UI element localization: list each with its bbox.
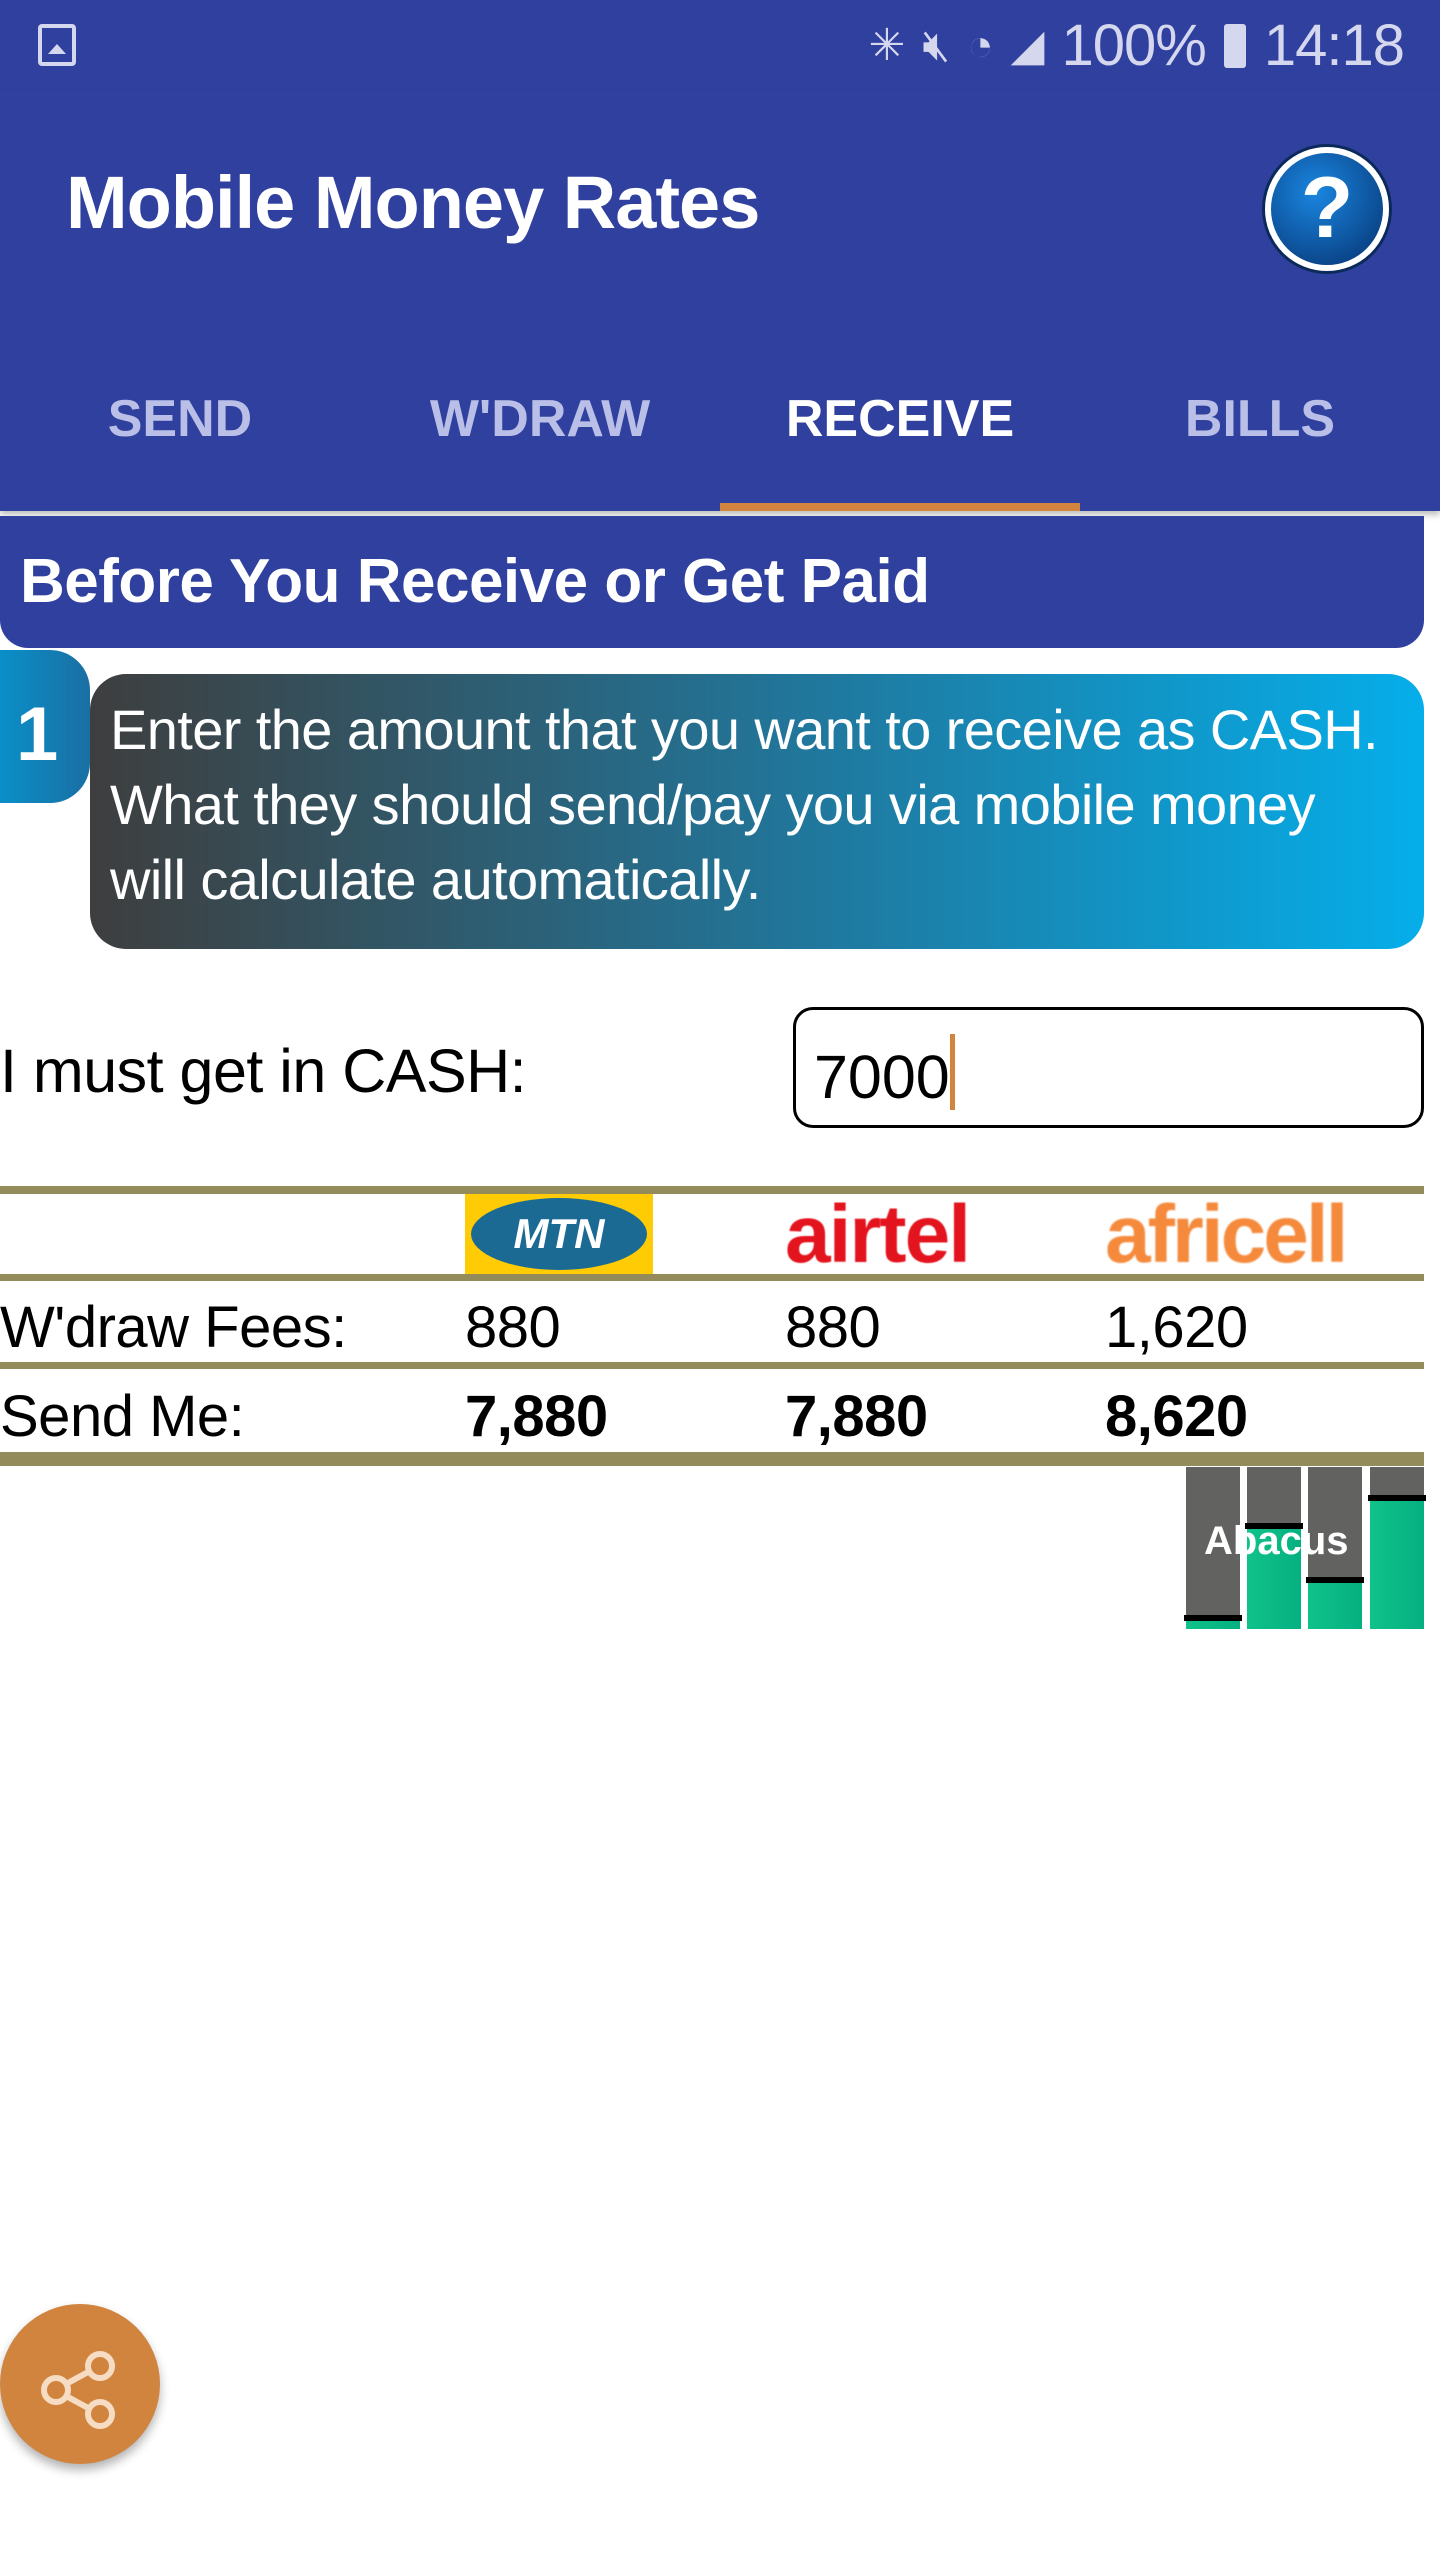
status-bar: ✳ 🔇︎ ◔ ◢ 100% 14:18	[0, 0, 1440, 90]
bluetooth-icon: ✳	[868, 21, 905, 70]
help-button[interactable]: ?	[1265, 147, 1389, 271]
mtn-withdraw-fee: 880	[465, 1295, 561, 1360]
section-heading: Before You Receive or Get Paid	[0, 516, 1424, 648]
airtel-withdraw-fee: 880	[785, 1295, 881, 1360]
app-title: Mobile Money Rates	[66, 161, 760, 244]
tab-bar: SEND W'DRAW RECEIVE BILLS	[0, 380, 1440, 511]
cash-amount-input[interactable]: 7000	[793, 1007, 1424, 1128]
mtn-send-me: 7,880	[465, 1384, 608, 1449]
cash-amount-value: 7000	[814, 1043, 950, 1111]
wifi-icon: ◔	[967, 20, 994, 70]
withdraw-fees-label: W'draw Fees:	[0, 1295, 347, 1360]
tab-withdraw[interactable]: W'DRAW	[360, 380, 720, 511]
table-divider	[0, 1274, 1424, 1281]
cash-amount-label: I must get in CASH:	[0, 1037, 527, 1105]
send-me-label: Send Me:	[0, 1384, 245, 1449]
step-instructions: Enter the amount that you want to receiv…	[90, 674, 1424, 949]
battery-icon	[1223, 23, 1246, 68]
tab-bills[interactable]: BILLS	[1080, 380, 1440, 511]
africell-send-me: 8,620	[1105, 1384, 1248, 1449]
tab-receive[interactable]: RECEIVE	[720, 380, 1080, 511]
table-divider	[0, 1362, 1424, 1369]
africell-logo: africell	[1105, 1189, 1348, 1280]
text-cursor	[949, 1034, 955, 1110]
share-button[interactable]	[0, 2304, 160, 2464]
mtn-logo: MTN	[465, 1194, 653, 1274]
abacus-logo: Abacus	[1184, 1467, 1426, 1629]
africell-withdraw-fee: 1,620	[1105, 1295, 1248, 1360]
share-icon	[41, 2351, 115, 2429]
airtel-send-me: 7,880	[785, 1384, 928, 1449]
mute-icon: 🔇︎	[922, 20, 950, 70]
tab-send[interactable]: SEND	[0, 380, 360, 511]
clock: 14:18	[1263, 13, 1405, 78]
image-notification-icon	[38, 24, 76, 66]
signal-icon: ◢	[1010, 21, 1045, 70]
table-divider	[0, 1452, 1424, 1466]
battery-percent: 100%	[1061, 13, 1207, 78]
airtel-logo: airtel	[785, 1189, 971, 1280]
step-number-badge: 1	[0, 650, 90, 803]
